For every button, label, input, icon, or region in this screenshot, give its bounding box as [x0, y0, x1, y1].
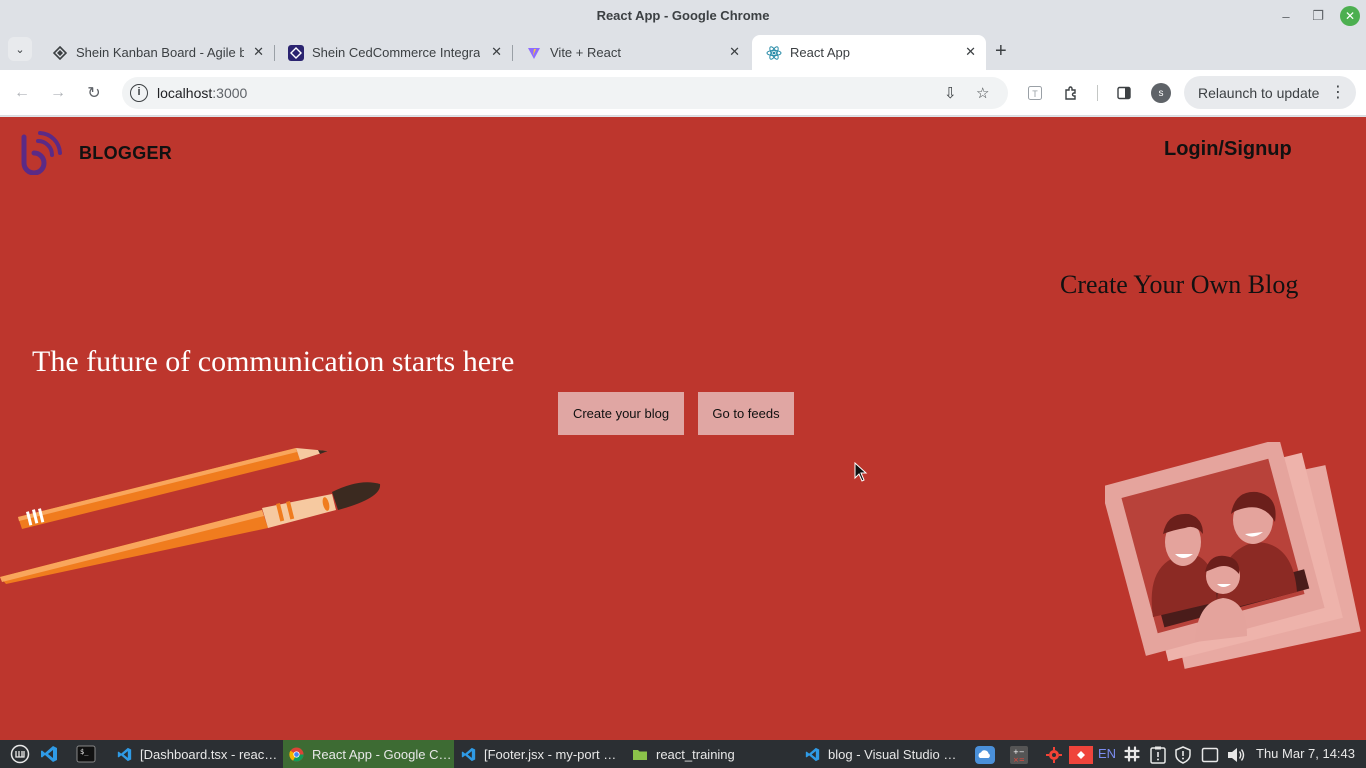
tab-label: React App: [790, 45, 850, 60]
clipboard-icon[interactable]: [1149, 746, 1167, 767]
site-info-icon[interactable]: i: [130, 84, 148, 102]
extensions-puzzle-icon[interactable]: [1061, 83, 1081, 103]
shield-icon[interactable]: [1174, 746, 1192, 767]
tab-close-icon[interactable]: ✕: [965, 44, 976, 60]
folder-icon: [632, 746, 648, 762]
toolbar-divider: [1097, 85, 1098, 101]
tab-react-app[interactable]: React App ✕: [752, 35, 986, 70]
vscode-launcher[interactable]: [40, 740, 62, 768]
vscode-icon: [804, 746, 820, 762]
vscode-icon: [116, 746, 132, 762]
address-bar[interactable]: i localhost:3000 ⇩ ☆: [122, 77, 1008, 109]
url-host: localhost: [157, 85, 213, 101]
taskbar-item-react-training[interactable]: react_training: [628, 740, 798, 768]
close-window-button[interactable]: ✕: [1340, 6, 1360, 26]
tab-shein-cedcommerce[interactable]: Shein CedCommerce Integra ✕: [274, 35, 513, 70]
go-to-feeds-button[interactable]: Go to feeds: [698, 392, 794, 435]
svg-text:×=: ×=: [1013, 756, 1025, 764]
react-icon: [766, 45, 782, 61]
tab-vite-react[interactable]: Vite + React ✕: [512, 35, 750, 70]
taskbar-item-label: react_training: [656, 746, 735, 762]
calculator-icon[interactable]: +− ×=: [1009, 746, 1029, 767]
jira-icon: [52, 45, 68, 61]
login-signup-link[interactable]: Login/Signup: [1164, 138, 1292, 161]
terminal-launcher[interactable]: $_: [76, 740, 98, 768]
settings-gear-icon[interactable]: [1045, 746, 1063, 767]
tab-label: Vite + React: [550, 45, 621, 60]
taskbar-item-label: React App - Google C…: [312, 746, 452, 762]
family-photo-illustration: [1105, 442, 1361, 669]
window-list-icon[interactable]: [1201, 746, 1219, 767]
relaunch-to-update-button[interactable]: Relaunch to update ⋮: [1184, 76, 1356, 109]
install-app-icon[interactable]: ⇩: [944, 84, 957, 102]
anydesk-icon[interactable]: [1069, 746, 1093, 767]
start-menu-button[interactable]: [10, 740, 34, 768]
vscode-icon: [460, 746, 476, 762]
tab-search-button[interactable]: ⌄: [8, 37, 32, 61]
new-tab-button[interactable]: +: [995, 40, 1007, 63]
url-port: :3000: [212, 85, 248, 101]
cedcommerce-icon: [288, 44, 304, 61]
browser-toolbar: ← → ↻ i localhost:3000 ⇩ ☆ T s Relaunch …: [0, 70, 1366, 116]
tab-strip: ⌄ Shein Kanban Board - Agile b ✕ Shein C…: [0, 31, 1366, 70]
chrome-icon: [288, 746, 304, 762]
cloud-sync-icon[interactable]: [975, 746, 995, 767]
mint-menu-icon: [10, 744, 30, 764]
maximize-button[interactable]: ❐: [1308, 6, 1328, 26]
tab-close-icon[interactable]: ✕: [491, 44, 502, 60]
taskbar-item-react-app[interactable]: React App - Google C…: [283, 740, 454, 768]
back-button[interactable]: ←: [11, 82, 33, 104]
tab-close-icon[interactable]: ✕: [729, 44, 740, 60]
create-your-own-blog-heading: Create Your Own Blog: [1060, 270, 1299, 299]
mouse-cursor-icon: [854, 462, 868, 482]
tab-shein-kanban[interactable]: Shein Kanban Board - Agile b ✕: [38, 35, 275, 70]
taskbar-item-blog-vscode[interactable]: blog - Visual Studio …: [800, 740, 970, 768]
tab-close-icon[interactable]: ✕: [253, 44, 264, 60]
volume-icon[interactable]: [1226, 746, 1246, 767]
taskbar-item-label: [Footer.jsx - my-port …: [484, 746, 617, 762]
taskbar-item-label: [Dashboard.tsx - reac…: [140, 746, 278, 762]
svg-text:T: T: [1032, 89, 1038, 99]
terminal-icon: $_: [76, 745, 96, 763]
forward-button[interactable]: →: [47, 82, 69, 104]
profile-avatar[interactable]: s: [1151, 83, 1171, 103]
blogger-logo-icon[interactable]: [18, 131, 62, 175]
translate-extension-icon[interactable]: T: [1025, 83, 1045, 103]
vite-icon: [526, 45, 542, 61]
relaunch-label: Relaunch to update: [1198, 84, 1320, 101]
pencil-brush-illustration: [0, 448, 381, 584]
taskbar-item-footer[interactable]: [Footer.jsx - my-port …: [456, 740, 626, 768]
clock[interactable]: Thu Mar 7, 14:43: [1256, 746, 1355, 761]
tab-label: Shein CedCommerce Integra: [312, 45, 480, 60]
minimize-button[interactable]: –: [1276, 6, 1296, 26]
url-text[interactable]: localhost:3000: [157, 85, 247, 101]
os-taskbar: $_ [Dashboard.tsx - reac… React App - Go…: [0, 740, 1366, 768]
taskbar-item-dashboard[interactable]: [Dashboard.tsx - reac…: [112, 740, 282, 768]
keyboard-layout-indicator[interactable]: EN: [1098, 746, 1116, 761]
blogger-landing-page: BLOGGER Login/Signup Create Your Own Blo…: [0, 117, 1366, 740]
slack-icon[interactable]: [1124, 746, 1140, 765]
reload-button[interactable]: ↻: [83, 82, 105, 104]
paint-brush-icon: [0, 482, 381, 584]
tab-label: Shein Kanban Board - Agile b: [76, 45, 244, 60]
hero-headline: The future of communication starts here: [32, 345, 515, 378]
window-title: React App - Google Chrome: [596, 8, 770, 23]
window-titlebar: React App - Google Chrome – ❐ ✕: [0, 0, 1366, 31]
taskbar-item-label: blog - Visual Studio …: [828, 746, 957, 762]
side-panel-icon[interactable]: [1114, 83, 1134, 103]
svg-text:+−: +−: [1013, 748, 1025, 756]
svg-text:$_: $_: [80, 748, 89, 756]
create-blog-button[interactable]: Create your blog: [558, 392, 684, 435]
brand-name[interactable]: BLOGGER: [79, 143, 172, 164]
vscode-icon: [41, 746, 57, 762]
kebab-menu-icon[interactable]: ⋮: [1330, 82, 1346, 102]
bookmark-star-icon[interactable]: ☆: [976, 84, 989, 102]
